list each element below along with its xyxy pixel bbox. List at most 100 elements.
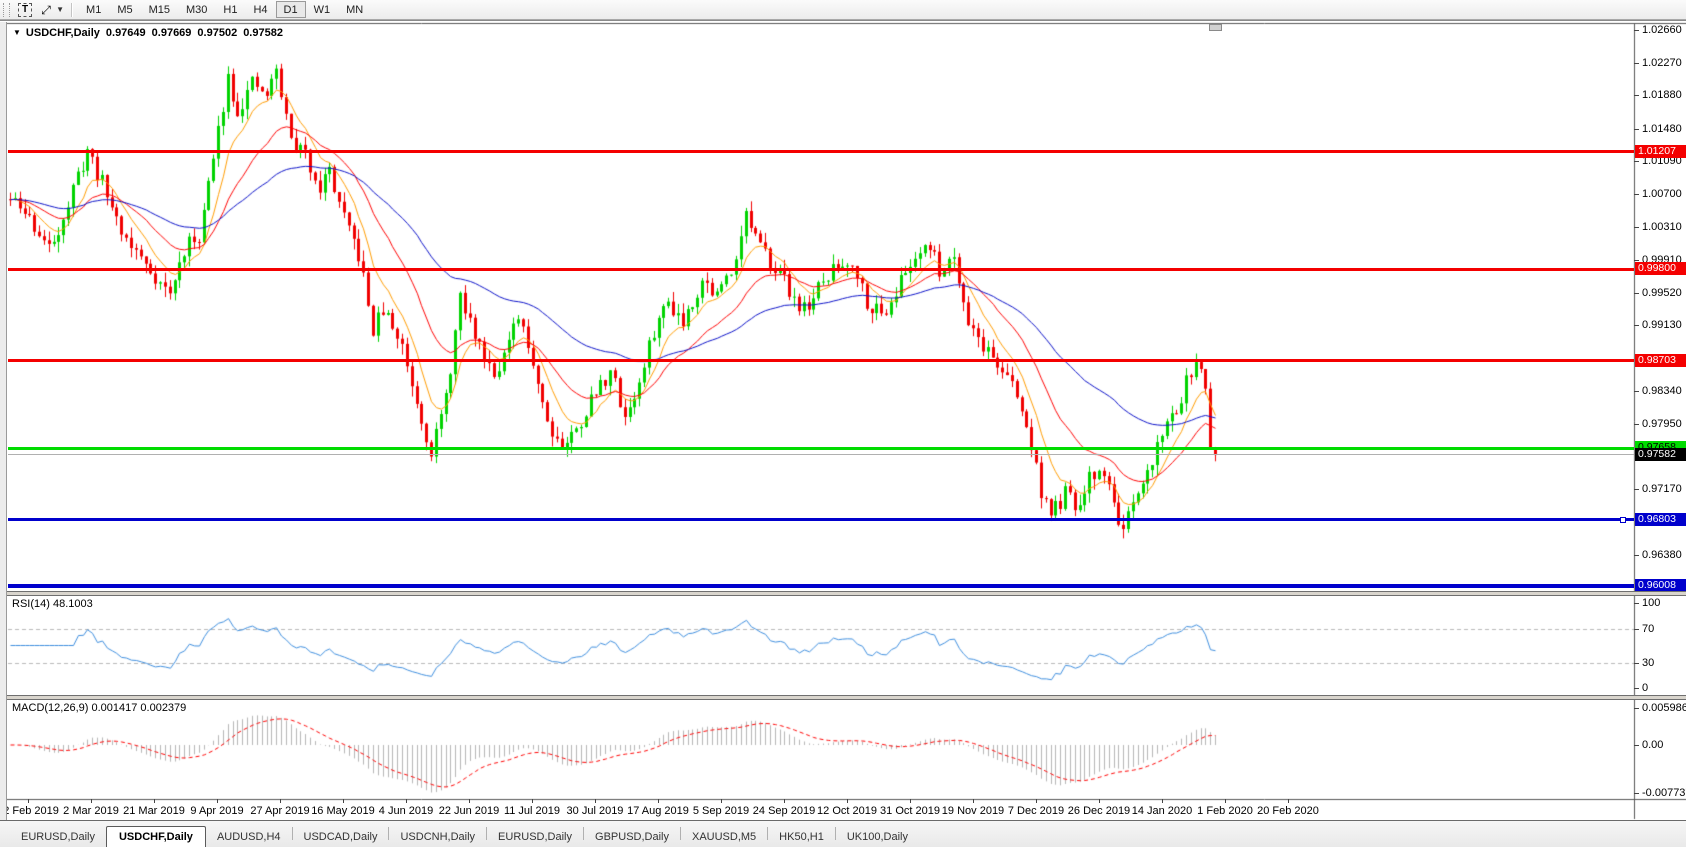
- date-tick: [280, 799, 281, 803]
- date-tick: [847, 799, 848, 803]
- price-tick-tick: [1634, 391, 1639, 392]
- price-tick-tick: [1634, 293, 1639, 294]
- price-tick-label: 1.02270: [1642, 57, 1682, 69]
- price-tick-label: 0.99520: [1642, 287, 1682, 299]
- rsi-indicator-label: RSI(14) 48.1003: [12, 598, 93, 610]
- symbol-ohlc-header: ▼ USDCHF,Daily 0.97649 0.97669 0.97502 0.9758…: [13, 27, 289, 39]
- date-tick: [1099, 799, 1100, 803]
- rsi-tick-tick: [1634, 663, 1639, 664]
- rsi-tick-tick: [1634, 629, 1639, 630]
- hline-0.98703[interactable]: [8, 359, 1634, 363]
- pane-splitter-macd[interactable]: [0, 695, 1686, 700]
- tab-hk50-h1[interactable]: HK50,H1: [768, 827, 835, 847]
- price-tick-tick: [1634, 260, 1639, 261]
- price-badge-1.01207: 1.01207: [1635, 145, 1686, 158]
- price-tick-label: 0.98340: [1642, 385, 1682, 397]
- hline-0.96008[interactable]: [8, 584, 1634, 589]
- price-badge-0.97582: 0.97582: [1635, 448, 1686, 461]
- date-tick: [154, 799, 155, 803]
- price-badge-0.99800: 0.99800: [1635, 262, 1686, 275]
- price-tick-tick: [1634, 95, 1639, 96]
- ohlc-open: 0.97649: [105, 27, 146, 39]
- price-tick-tick: [1634, 325, 1639, 326]
- date-tick: [1036, 799, 1037, 803]
- rsi-tick-tick: [1634, 603, 1639, 604]
- price-tick-label: 1.01480: [1642, 123, 1682, 135]
- chart-tab-bar: EURUSD,Daily USDCHF,Daily AUDUSD,H4 USDCAD,…: [0, 820, 1686, 847]
- date-tick: [784, 799, 785, 803]
- date-tick: [217, 799, 218, 803]
- line-endpoint-marker[interactable]: [1620, 517, 1626, 523]
- price-tick-tick: [1634, 194, 1639, 195]
- tab-usdcnh-daily[interactable]: USDCNH,Daily: [389, 827, 486, 847]
- rsi-tick-tick: [1634, 688, 1639, 689]
- macd-tick-tick: [1634, 793, 1639, 794]
- price-tick-tick: [1634, 161, 1639, 162]
- tab-usdchf-daily[interactable]: USDCHF,Daily: [105, 826, 206, 847]
- date-tick: [91, 799, 92, 803]
- rsi-tick-label: 30: [1642, 657, 1655, 669]
- price-tick-label: 1.02660: [1642, 24, 1682, 36]
- collapse-arrow-icon[interactable]: ▼: [13, 28, 21, 37]
- rsi-tick-label: 100: [1642, 597, 1661, 609]
- date-tick: [595, 799, 596, 803]
- ohlc-low: 0.97502: [197, 27, 238, 39]
- price-tick-tick: [1634, 63, 1639, 64]
- date-tick: [721, 799, 722, 803]
- tab-uk100-daily[interactable]: UK100,Daily: [836, 827, 919, 847]
- price-tick-tick: [1634, 30, 1639, 31]
- tab-eurusd-daily[interactable]: EURUSD,Daily: [10, 827, 106, 847]
- chart-tabs: EURUSD,Daily USDCHF,Daily AUDUSD,H4 USDCAD,…: [10, 821, 919, 847]
- date-tick: [343, 799, 344, 803]
- price-tick-label: 1.00700: [1642, 188, 1682, 200]
- date-tick: [406, 799, 407, 803]
- hline-0.97658[interactable]: [8, 446, 1634, 450]
- tab-gbpusd-daily[interactable]: GBPUSD,Daily: [584, 827, 680, 847]
- date-tick: [1225, 799, 1226, 803]
- macd-tick-label: 0.005986: [1642, 702, 1686, 714]
- price-tick-label: 0.99130: [1642, 319, 1682, 331]
- macd-tick-tick: [1634, 708, 1639, 709]
- hline-0.96803[interactable]: [8, 518, 1634, 522]
- date-tick: [1288, 799, 1289, 803]
- chart-canvas[interactable]: [0, 0, 1686, 847]
- price-tick-label: 0.97170: [1642, 483, 1682, 495]
- price-badge-0.96803: 0.96803: [1635, 513, 1686, 526]
- rsi-tick-label: 70: [1642, 623, 1655, 635]
- price-badge-0.98703: 0.98703: [1635, 354, 1686, 367]
- current-price-line-0.97582: [8, 454, 1634, 456]
- date-label: 20 Feb 2020: [1257, 805, 1319, 817]
- price-tick-tick: [1634, 129, 1639, 130]
- date-tick: [910, 799, 911, 803]
- tab-eurusd-daily[interactable]: EURUSD,Daily: [487, 827, 583, 847]
- rsi-tick-label: 0: [1642, 682, 1649, 694]
- price-tick-tick: [1634, 555, 1639, 556]
- date-tick: [28, 799, 29, 803]
- macd-indicator-label: MACD(12,26,9) 0.001417 0.002379: [12, 702, 187, 714]
- chart-scroll-elevator[interactable]: [1209, 24, 1222, 31]
- price-tick-tick: [1634, 227, 1639, 228]
- date-tick: [973, 799, 974, 803]
- hline-1.01207[interactable]: [8, 150, 1634, 153]
- date-tick: [532, 799, 533, 803]
- tab-xauusd-m5[interactable]: XAUUSD,M5: [681, 827, 767, 847]
- price-tick-label: 0.97950: [1642, 418, 1682, 430]
- tab-usdcad-daily[interactable]: USDCAD,Daily: [293, 827, 389, 847]
- date-tick: [1162, 799, 1163, 803]
- mt4-window: T ⤢ ▼ M1M5M15M30H1H4D1W1MN ▼USDCHF,Daily…: [0, 0, 1686, 847]
- price-tick-label: 0.96380: [1642, 549, 1682, 561]
- price-tick-tick: [1634, 489, 1639, 490]
- date-tick: [658, 799, 659, 803]
- ohlc-high: 0.97669: [151, 27, 192, 39]
- tab-audusd-h4[interactable]: AUDUSD,H4: [206, 827, 292, 847]
- macd-tick-tick: [1634, 745, 1639, 746]
- macd-tick-label: -0.007737: [1642, 787, 1686, 799]
- symbol-label: USDCHF,Daily: [25, 27, 100, 39]
- date-tick: [469, 799, 470, 803]
- price-tick-label: 1.00310: [1642, 221, 1682, 233]
- ohlc-close: 0.97582: [243, 27, 283, 39]
- price-tick-label: 1.01880: [1642, 89, 1682, 101]
- hline-0.99800[interactable]: [8, 267, 1634, 271]
- pane-splitter-rsi[interactable]: [0, 591, 1686, 596]
- price-tick-tick: [1634, 424, 1639, 425]
